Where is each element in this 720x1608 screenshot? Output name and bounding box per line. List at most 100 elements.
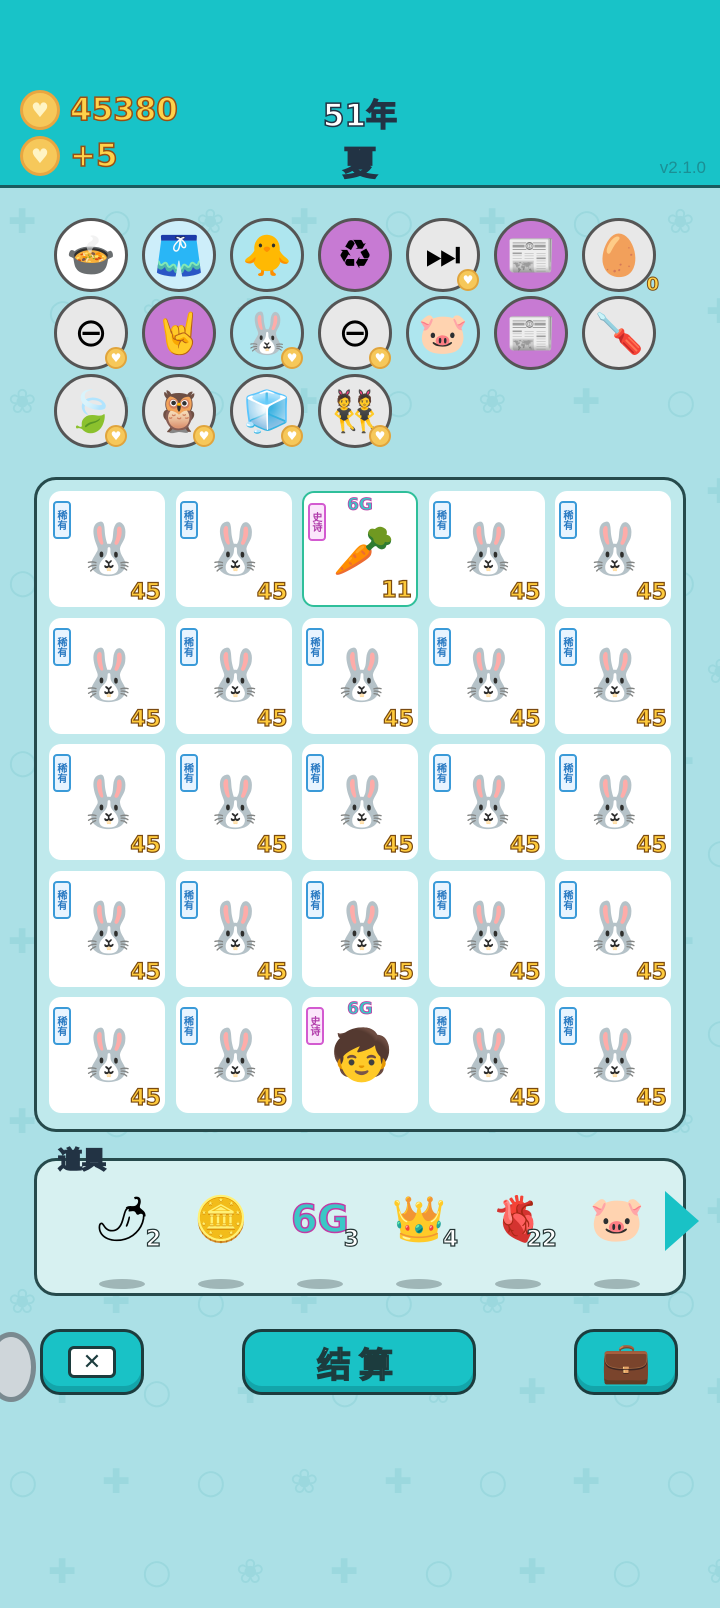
recycle-item[interactable]: ♻ bbox=[318, 218, 392, 292]
pattern-glyph: ✚ bbox=[706, 472, 720, 512]
board-tile[interactable]: 稀有 🐰 45 bbox=[302, 870, 418, 987]
chick-egg-icon: 🐥 bbox=[242, 232, 292, 279]
6g-prop[interactable]: 6G 3 bbox=[275, 1187, 365, 1289]
board-tile[interactable]: 稀有 🐰 45 bbox=[555, 617, 671, 734]
skip-item[interactable]: ⏭ ♥ bbox=[406, 218, 480, 292]
pattern-glyph: ❀ bbox=[706, 1552, 720, 1592]
heart-badge-icon: ♥ bbox=[369, 347, 391, 369]
board-tile[interactable]: 稀有 🐰 45 bbox=[49, 997, 165, 1113]
coin-counter: 45380 bbox=[20, 90, 179, 130]
season-label: 夏 bbox=[342, 143, 378, 185]
rabbit-item[interactable]: 🐰 ♥ bbox=[230, 296, 304, 370]
prop-shadow bbox=[297, 1279, 343, 1289]
board-tile[interactable]: 稀有 🐰 45 bbox=[555, 870, 671, 987]
board-tile[interactable]: 稀有 🐰 45 bbox=[175, 870, 292, 987]
tile-value: 45 bbox=[256, 579, 288, 605]
board-tile[interactable]: 稀有 🐰 45 bbox=[175, 997, 292, 1113]
sugar-cubes-item[interactable]: 🧊 ♥ bbox=[230, 374, 304, 448]
board-tile[interactable]: 稀有 🐰 45 bbox=[428, 744, 545, 860]
crown-prop[interactable]: 👑 4 bbox=[374, 1187, 464, 1289]
props-panel: 🌶 2 🪙 6G 3 👑 4 🫀 22 🐷 bbox=[34, 1158, 699, 1296]
rock-hand-item[interactable]: 🤘 bbox=[142, 296, 216, 370]
tile-value: 45 bbox=[636, 579, 668, 605]
coin-total: 45380 bbox=[69, 91, 178, 129]
board-tile[interactable]: 稀有 🐰 45 bbox=[555, 744, 671, 860]
owned-items: 🍲 🩳 🐥 ♻ ⏭ ♥ 📰 🥚 0 ⊖ ♥ 🤘 🐰 ♥ ⊖ ♥ 🐷 📰 🪛 🍃 ♥ 🦉 ♥ 🧊 ♥ 👯 ♥ bbox=[54, 218, 674, 458]
chick-egg-item[interactable]: 🐥 bbox=[230, 218, 304, 292]
board-tile[interactable]: 稀有 🐰 45 bbox=[175, 744, 292, 860]
board-tile[interactable]: 稀有 🐰 45 bbox=[49, 617, 165, 734]
rabbit-icon: 🐰 bbox=[77, 646, 141, 704]
tile-value: 45 bbox=[636, 959, 668, 985]
board-tile[interactable]: 稀有 🐰 45 bbox=[175, 491, 292, 607]
tile-value: 45 bbox=[383, 706, 415, 732]
board-tile[interactable]: 史诗 6G 🧒 bbox=[302, 997, 418, 1113]
board-tile[interactable]: 稀有 🐰 45 bbox=[302, 744, 418, 860]
tile-value: 45 bbox=[509, 579, 541, 605]
props-title: 道具 bbox=[57, 1145, 107, 1175]
rabbit-icon: 🐰 bbox=[457, 646, 520, 704]
tile-value: 45 bbox=[256, 959, 288, 985]
tile-value: 45 bbox=[130, 832, 162, 858]
piggy-bank-prop[interactable]: 🐷 bbox=[572, 1187, 662, 1289]
liver-prop[interactable]: 🫀 22 bbox=[473, 1187, 563, 1289]
board-tile[interactable]: 稀有 🐰 45 bbox=[49, 491, 165, 607]
rabbit-icon: 🐰 bbox=[204, 772, 267, 831]
board-tile[interactable]: 稀有 🐰 45 bbox=[49, 870, 165, 987]
settle-button[interactable]: 结算 bbox=[242, 1329, 476, 1395]
tile-value: 45 bbox=[383, 832, 415, 858]
board-tile[interactable]: 稀有 🐰 45 bbox=[428, 617, 545, 734]
board-tile[interactable]: 稀有 🐰 45 bbox=[175, 617, 292, 734]
board-tile[interactable]: 稀有 🐰 45 bbox=[428, 491, 545, 607]
pattern-glyph: ○ bbox=[196, 1462, 226, 1502]
heart-badge-icon: ♥ bbox=[369, 425, 391, 447]
pattern-glyph: ○ bbox=[424, 1552, 454, 1592]
pattern-glyph: ✚ bbox=[8, 922, 37, 962]
time-magazine-item[interactable]: 📰 bbox=[494, 218, 568, 292]
time-magazine-2-item[interactable]: 📰 bbox=[494, 296, 568, 370]
bag-button[interactable]: 💼 bbox=[574, 1329, 678, 1395]
prop-count: 4 bbox=[442, 1226, 459, 1252]
pattern-glyph: ○ bbox=[706, 1012, 720, 1052]
pattern-glyph: ✚ bbox=[706, 1372, 720, 1412]
rabbit-icon: 🐰 bbox=[204, 1025, 267, 1084]
pattern-glyph: ✚ bbox=[8, 202, 37, 242]
board-tile[interactable]: 稀有 🐰 45 bbox=[555, 491, 671, 607]
pattern-glyph: ✚ bbox=[102, 1462, 131, 1502]
rabbit-icon: 🐰 bbox=[77, 899, 141, 957]
heart-badge-icon: ♥ bbox=[457, 269, 479, 291]
tile-value: 45 bbox=[256, 1085, 288, 1111]
twins-item[interactable]: 👯 ♥ bbox=[318, 374, 392, 448]
piggy-item[interactable]: 🐷 bbox=[406, 296, 480, 370]
board-tile[interactable]: 稀有 🐰 45 bbox=[49, 744, 165, 860]
board-tile[interactable]: 稀有 🐰 45 bbox=[428, 997, 545, 1113]
leaf-item[interactable]: 🍃 ♥ bbox=[54, 374, 128, 448]
egg-tray-item[interactable]: 🥚 0 bbox=[582, 218, 659, 296]
prop-count: 22 bbox=[526, 1226, 558, 1252]
pattern-glyph: ○ bbox=[706, 832, 720, 872]
board-tile[interactable]: 史诗 6G 🥕 11 bbox=[302, 491, 418, 607]
pot-duck-icon: 🍲 bbox=[66, 232, 116, 279]
screwdriver-item[interactable]: 🪛 bbox=[582, 296, 656, 370]
close-button[interactable]: ✕ bbox=[40, 1329, 144, 1395]
chili-prop[interactable]: 🌶 2 bbox=[77, 1187, 167, 1289]
pattern-glyph: ❀ bbox=[236, 1552, 265, 1592]
prop-shadow bbox=[198, 1279, 244, 1289]
remove-item[interactable]: ⊖ ♥ bbox=[54, 296, 128, 370]
prop-count: 2 bbox=[145, 1226, 162, 1252]
board-tile[interactable]: 稀有 🐰 45 bbox=[428, 870, 545, 987]
skirt-item[interactable]: 🩳 bbox=[142, 218, 216, 292]
owls-item[interactable]: 🦉 ♥ bbox=[142, 374, 216, 448]
briefcase-icon: 💼 bbox=[601, 1339, 651, 1386]
next-arrow-icon[interactable] bbox=[665, 1191, 699, 1251]
pattern-glyph: ✚ bbox=[330, 1552, 359, 1592]
board-tile[interactable]: 稀有 🐰 45 bbox=[302, 617, 418, 734]
tile-value: 45 bbox=[130, 1085, 162, 1111]
pattern-glyph: ○ bbox=[142, 1552, 172, 1592]
coin-prop[interactable]: 🪙 bbox=[176, 1187, 266, 1289]
tile-value: 45 bbox=[130, 579, 162, 605]
heart-badge-icon: ♥ bbox=[281, 425, 303, 447]
remove-2-item[interactable]: ⊖ ♥ bbox=[318, 296, 392, 370]
board-tile[interactable]: 稀有 🐰 45 bbox=[555, 997, 671, 1113]
pot-duck-item[interactable]: 🍲 bbox=[54, 218, 128, 292]
